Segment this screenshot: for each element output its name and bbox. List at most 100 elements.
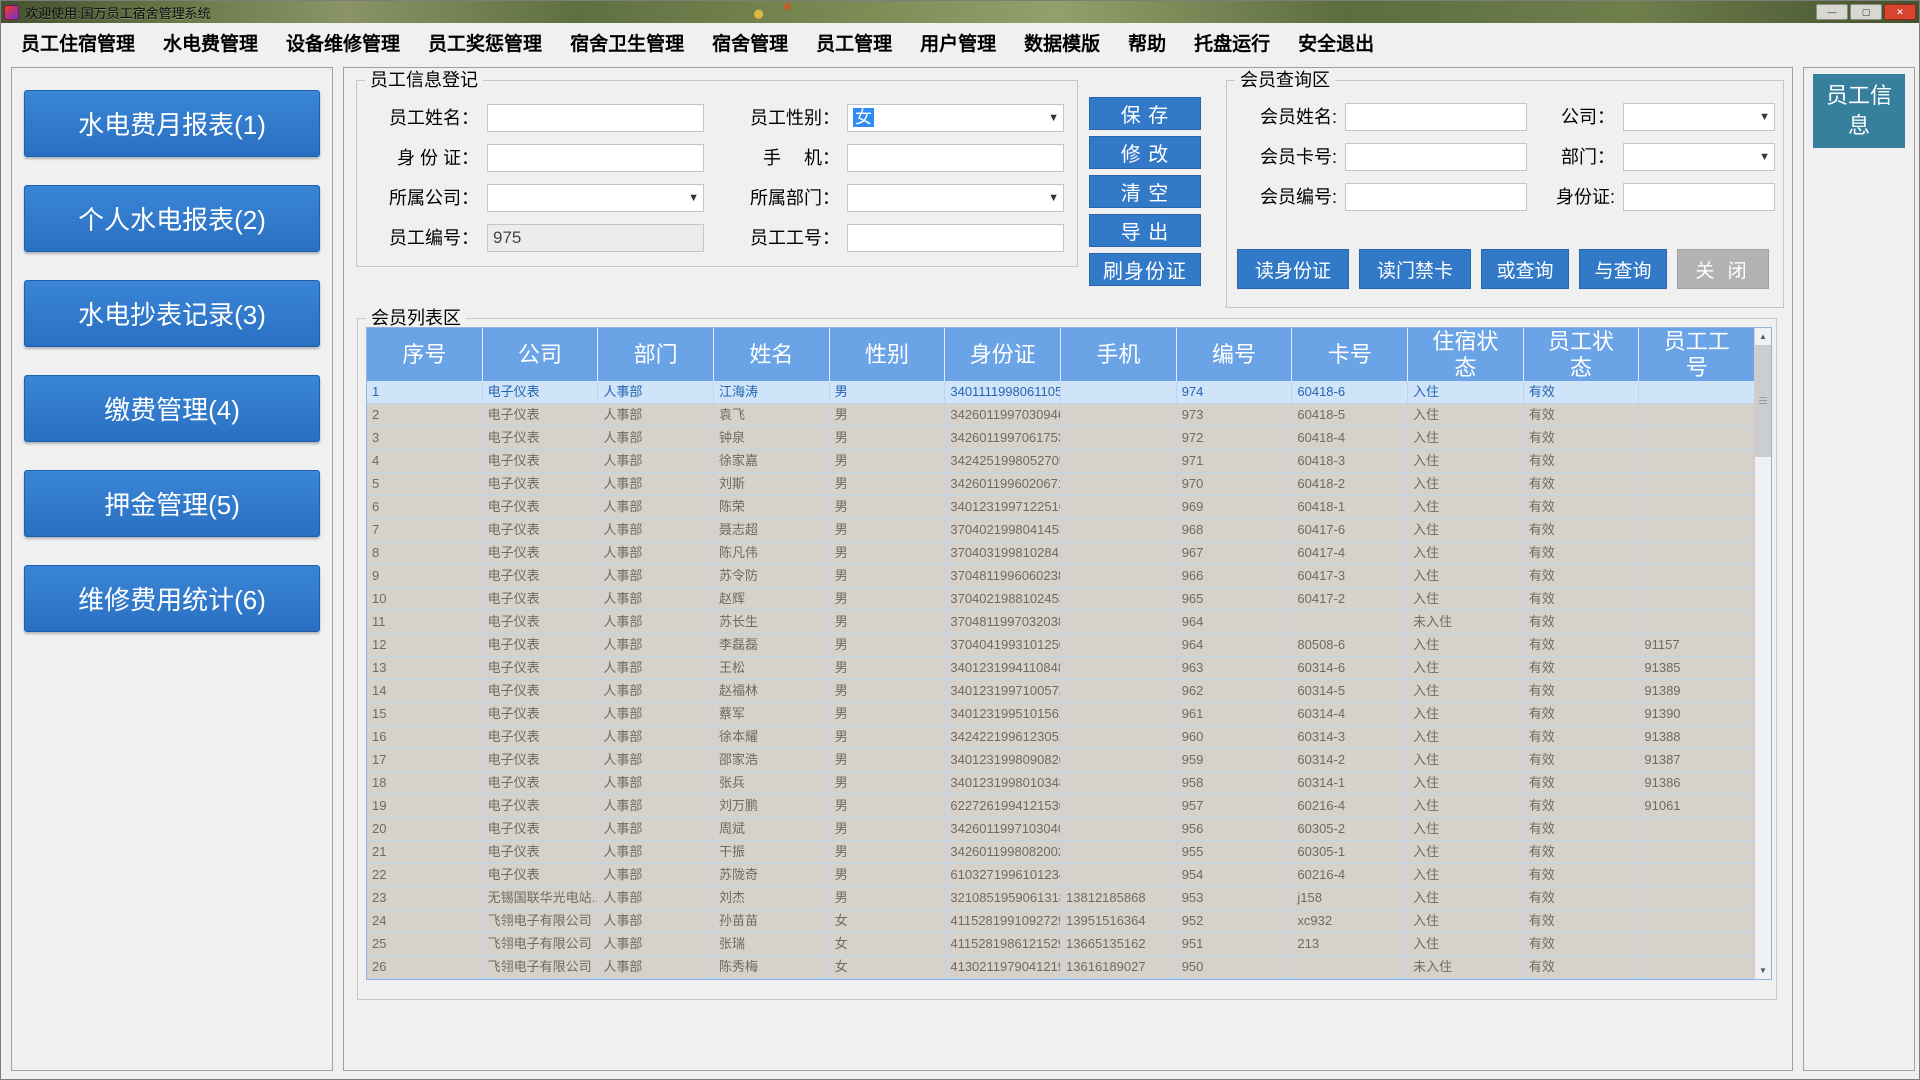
menu-item[interactable]: 宿舍管理 — [698, 29, 802, 56]
table-row[interactable]: 6 电子仪表 人事部 陈荣 男 3401231997122516... 969 … — [367, 496, 1754, 519]
menu-item[interactable]: 水电费管理 — [149, 29, 272, 56]
table-row[interactable]: 8 电子仪表 人事部 陈凡伟 男 3704031998102841... 967… — [367, 542, 1754, 565]
query-department-select[interactable]: ▼ — [1623, 143, 1775, 171]
maximize-button[interactable]: ▢ — [1850, 4, 1882, 20]
table-header-cell[interactable]: 性别 — [830, 328, 946, 381]
table-row[interactable]: 23 无锡国联华光电站... 人事部 刘杰 男 3210851959061318… — [367, 887, 1754, 910]
table-row[interactable]: 19 电子仪表 人事部 刘万鹏 男 6227261994121530... 95… — [367, 795, 1754, 818]
menu-item[interactable]: 托盘运行 — [1180, 29, 1284, 56]
menu-item[interactable]: 员工奖惩管理 — [414, 29, 556, 56]
table-row[interactable]: 9 电子仪表 人事部 苏令防 男 3704811996060238... 966… — [367, 565, 1754, 588]
menu-item[interactable]: 员工住宿管理 — [7, 29, 149, 56]
company-select[interactable]: ▼ — [487, 184, 704, 212]
table-header-cell[interactable]: 序号 — [367, 328, 483, 381]
table-row[interactable]: 5 电子仪表 人事部 刘斯 男 3426011996020671... 970 … — [367, 473, 1754, 496]
table-vertical-scrollbar[interactable]: ▲ ▼ — [1754, 328, 1771, 979]
sidebar-report-button[interactable]: 维修费用统计(6) — [24, 565, 320, 632]
table-row[interactable]: 26 飞翎电子有限公司 人事部 陈秀梅 女 4130211979041219..… — [367, 956, 1754, 979]
table-header-cell[interactable]: 身份证 — [945, 328, 1061, 381]
query-company-select[interactable]: ▼ — [1623, 103, 1775, 131]
sidebar-report-button[interactable]: 水电抄表记录(3) — [24, 280, 320, 347]
cell-phone — [1061, 818, 1177, 840]
cell-number: 965 — [1177, 588, 1293, 610]
table-row[interactable]: 4 电子仪表 人事部 徐家嘉 男 3424251998052705... 971… — [367, 450, 1754, 473]
table-row[interactable]: 14 电子仪表 人事部 赵福林 男 3401231997100572... 96… — [367, 680, 1754, 703]
table-header-cell[interactable]: 姓名 — [714, 328, 830, 381]
table-header-cell[interactable]: 住宿状态 — [1408, 328, 1524, 381]
member-name-input[interactable] — [1345, 103, 1527, 131]
sidebar-report-button[interactable]: 缴费管理(4) — [24, 375, 320, 442]
table-row[interactable]: 25 飞翎电子有限公司 人事部 张瑞 女 4115281986121529...… — [367, 933, 1754, 956]
scroll-up-icon[interactable]: ▲ — [1755, 328, 1771, 345]
register-action-button[interactable]: 导 出 — [1089, 214, 1201, 247]
register-action-button[interactable]: 清 空 — [1089, 175, 1201, 208]
minimize-button[interactable]: — — [1816, 4, 1848, 20]
employee-name-input[interactable] — [487, 104, 704, 132]
cell-department: 人事部 — [598, 910, 714, 932]
table-row[interactable]: 1 电子仪表 人事部 江海涛 男 3401111998061105... 974… — [367, 381, 1754, 404]
scrollbar-thumb[interactable] — [1755, 345, 1771, 457]
or-query-button[interactable]: 或查询 — [1481, 249, 1569, 289]
cell-phone — [1061, 772, 1177, 794]
register-action-button[interactable]: 保 存 — [1089, 97, 1201, 130]
employee-gender-select[interactable]: 女 ▼ — [847, 104, 1064, 132]
cell-department: 人事部 — [598, 657, 714, 679]
table-header-cell[interactable]: 卡号 — [1292, 328, 1408, 381]
job-number-input[interactable] — [847, 224, 1064, 252]
cell-phone — [1061, 864, 1177, 886]
read-id-card-button[interactable]: 读身份证 — [1237, 249, 1349, 289]
member-number-input[interactable] — [1345, 183, 1527, 211]
menu-item[interactable]: 宿舍卫生管理 — [556, 29, 698, 56]
right-side-panel: 员工信息 — [1803, 67, 1915, 1071]
table-header-cell[interactable]: 手机 — [1061, 328, 1177, 381]
menu-item[interactable]: 帮助 — [1114, 29, 1180, 56]
scroll-down-icon[interactable]: ▼ — [1755, 962, 1771, 979]
employee-info-button[interactable]: 员工信息 — [1813, 74, 1905, 148]
and-query-button[interactable]: 与查询 — [1579, 249, 1667, 289]
table-row[interactable]: 3 电子仪表 人事部 钟泉 男 3426011997061753... 972 … — [367, 427, 1754, 450]
table-row[interactable]: 18 电子仪表 人事部 张兵 男 3401231998010348... 958… — [367, 772, 1754, 795]
menu-item[interactable]: 设备维修管理 — [272, 29, 414, 56]
table-header-cell[interactable]: 部门 — [598, 328, 714, 381]
sidebar-report-button[interactable]: 个人水电报表(2) — [24, 185, 320, 252]
table-row[interactable]: 22 电子仪表 人事部 苏陇奇 男 6103271996101234... 95… — [367, 864, 1754, 887]
table-row[interactable]: 16 电子仪表 人事部 徐本耀 男 3424221996123052... 96… — [367, 726, 1754, 749]
menu-item[interactable]: 用户管理 — [906, 29, 1010, 56]
department-select[interactable]: ▼ — [847, 184, 1064, 212]
close-query-button[interactable]: 关 闭 — [1677, 249, 1769, 289]
close-button[interactable]: ✕ — [1884, 4, 1916, 20]
table-row[interactable]: 2 电子仪表 人事部 袁飞 男 3426011997030946... 973 … — [367, 404, 1754, 427]
query-idcard-input[interactable] — [1623, 183, 1775, 211]
table-header-cell[interactable]: 公司 — [483, 328, 599, 381]
table-row[interactable]: 17 电子仪表 人事部 邵家浩 男 3401231998090820... 95… — [367, 749, 1754, 772]
register-action-button[interactable]: 刷身份证 — [1089, 253, 1201, 286]
cell-department: 人事部 — [598, 772, 714, 794]
member-card-input[interactable] — [1345, 143, 1527, 171]
table-row[interactable]: 21 电子仪表 人事部 干振 男 3426011998082002... 955… — [367, 841, 1754, 864]
cell-idcard: 3704021998041453... — [945, 519, 1061, 541]
table-header-cell[interactable]: 编号 — [1177, 328, 1293, 381]
menu-item[interactable]: 安全退出 — [1284, 29, 1388, 56]
menu-item[interactable]: 员工管理 — [802, 29, 906, 56]
table-row[interactable]: 12 电子仪表 人事部 李磊磊 男 3704041993101250... 96… — [367, 634, 1754, 657]
table-row[interactable]: 7 电子仪表 人事部 聂志超 男 3704021998041453... 968… — [367, 519, 1754, 542]
table-header-cell[interactable]: 员工工号 — [1639, 328, 1754, 381]
chevron-down-icon: ▼ — [1759, 104, 1770, 130]
id-card-input[interactable] — [487, 144, 704, 172]
register-action-button[interactable]: 修 改 — [1089, 136, 1201, 169]
cell-number: 961 — [1177, 703, 1293, 725]
menu-item[interactable]: 数据模版 — [1010, 29, 1114, 56]
table-row[interactable]: 13 电子仪表 人事部 王松 男 3401231994110848... 963… — [367, 657, 1754, 680]
table-row[interactable]: 11 电子仪表 人事部 苏长生 男 3704811997032038... 96… — [367, 611, 1754, 634]
table-row[interactable]: 24 飞翎电子有限公司 人事部 孙苗苗 女 4115281991092729..… — [367, 910, 1754, 933]
scrollbar-track[interactable] — [1755, 345, 1771, 962]
sidebar-report-button[interactable]: 押金管理(5) — [24, 470, 320, 537]
query-company-label: 公司： — [1535, 103, 1615, 131]
table-row[interactable]: 20 电子仪表 人事部 周斌 男 3426011997103040... 956… — [367, 818, 1754, 841]
table-row[interactable]: 15 电子仪表 人事部 蔡军 男 3401231995101562... 961… — [367, 703, 1754, 726]
table-row[interactable]: 10 电子仪表 人事部 赵辉 男 3704021988102453... 965… — [367, 588, 1754, 611]
phone-input[interactable] — [847, 144, 1064, 172]
table-header-cell[interactable]: 员工状态 — [1524, 328, 1640, 381]
sidebar-report-button[interactable]: 水电费月报表(1) — [24, 90, 320, 157]
read-access-card-button[interactable]: 读门禁卡 — [1359, 249, 1471, 289]
